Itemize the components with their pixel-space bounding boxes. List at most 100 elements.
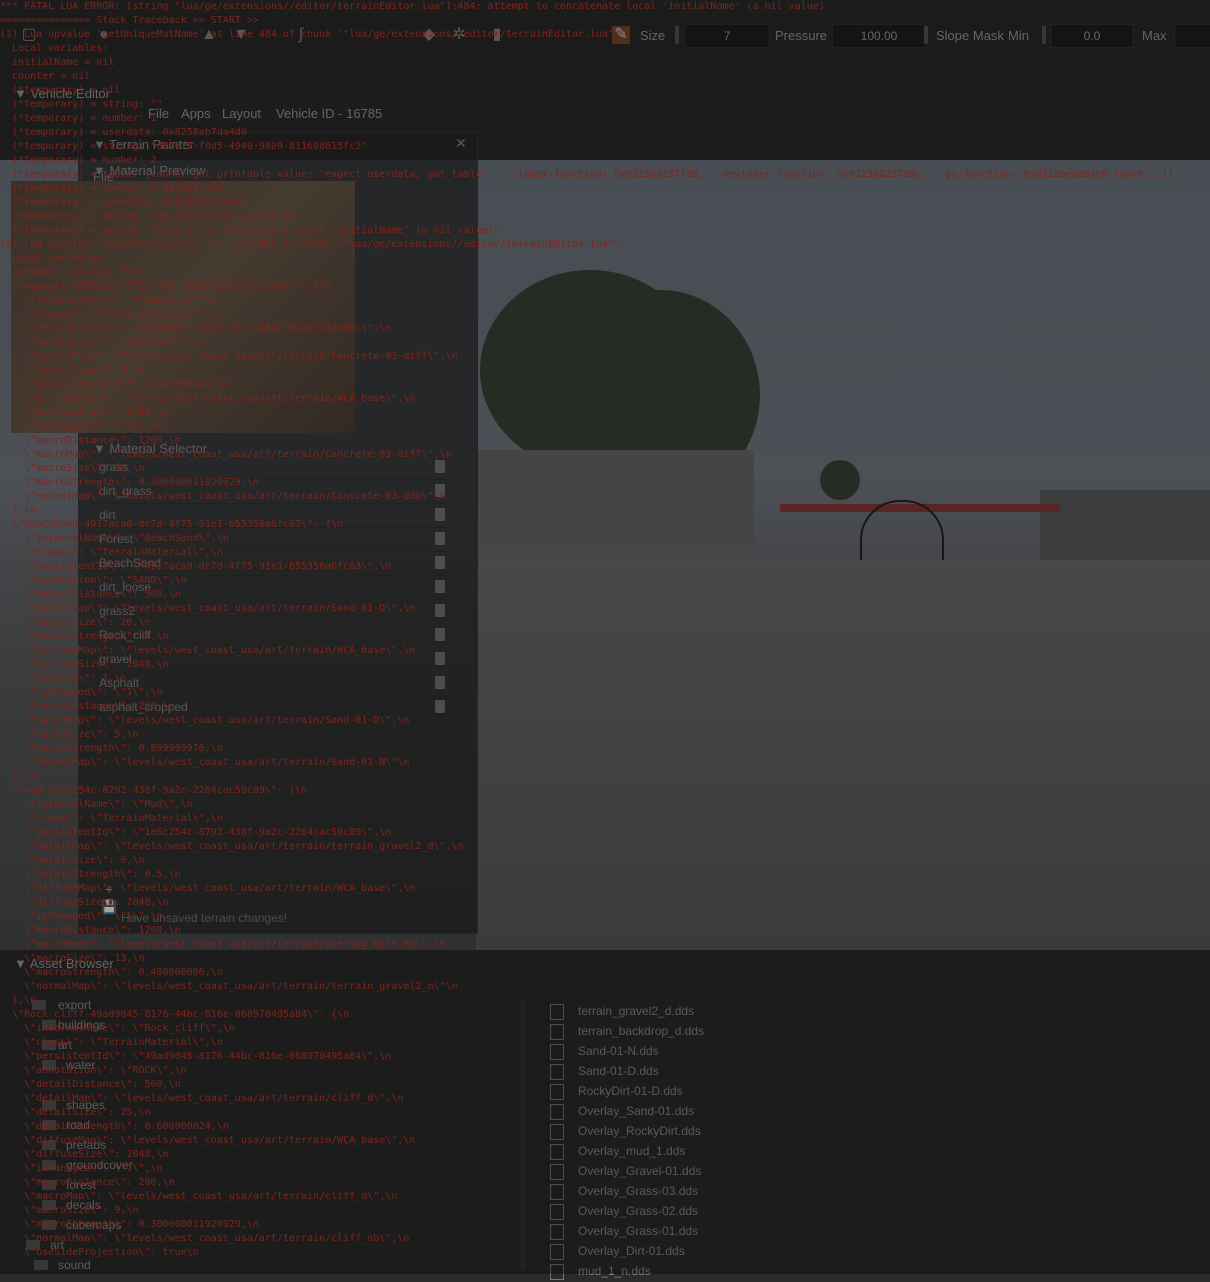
folder-icon	[42, 1120, 56, 1130]
brush-active-icon[interactable]: ✎	[612, 26, 630, 44]
max-input[interactable]	[1174, 24, 1210, 48]
sound-wall	[476, 450, 754, 550]
select-tool-icon[interactable]: ▢	[20, 26, 38, 44]
sound-wall	[1040, 490, 1210, 570]
menu-file[interactable]: File	[148, 106, 169, 121]
folder-icon	[42, 1060, 56, 1070]
trash-icon[interactable]	[435, 460, 445, 473]
size-slider-handle[interactable]	[675, 26, 679, 44]
folder-item[interactable]: art	[50, 1238, 64, 1252]
vehicle-editor-title: Vehicle Editor	[30, 86, 111, 101]
vehicle-editor-header[interactable]: ▼ Vehicle Editor	[14, 86, 110, 101]
trash-icon[interactable]	[435, 484, 445, 497]
trash-icon[interactable]	[435, 604, 445, 617]
min-label: Min	[1008, 28, 1029, 43]
material-row[interactable]: dirt	[93, 505, 449, 528]
folder-item[interactable]: decals	[66, 1198, 101, 1212]
image-file-icon	[550, 1024, 564, 1040]
add-material-icon[interactable]: +	[105, 881, 113, 897]
terrain-painter-window: ▼ Terrain Painter ✕ File ▼ Material Prev…	[11, 132, 478, 934]
size-label: Size	[640, 28, 666, 43]
lower-tool-icon[interactable]: ▼	[232, 26, 250, 44]
folder-item[interactable]: road	[66, 1118, 90, 1132]
folder-item[interactable]: forest	[66, 1178, 96, 1192]
image-file-icon	[550, 1244, 564, 1260]
pressure-slider-handle[interactable]	[924, 26, 928, 44]
folder-item[interactable]: prefabs	[66, 1138, 106, 1152]
material-row[interactable]: grass2	[93, 601, 449, 624]
folder-item[interactable]: export	[58, 998, 91, 1012]
collapse-arrow-icon[interactable]: ▼	[14, 86, 27, 101]
folder-icon	[42, 1040, 56, 1050]
bar-tool-icon[interactable]: ▮	[488, 26, 506, 44]
image-file-icon	[550, 1064, 564, 1080]
trash-icon[interactable]	[435, 508, 445, 521]
flatten-tool-icon[interactable]: ◆	[420, 26, 438, 44]
image-file-icon	[550, 1224, 564, 1240]
material-preview-label[interactable]: ▼ Material Preview	[93, 163, 206, 178]
menu-vehicle-id: Vehicle ID - 16785	[276, 106, 383, 121]
pressure-label: Pressure	[775, 28, 828, 43]
trash-icon[interactable]	[435, 580, 445, 593]
material-row[interactable]: Rock_cliff	[93, 625, 449, 648]
tree-scrollbar[interactable]	[520, 1000, 526, 1270]
trash-icon[interactable]	[435, 676, 445, 689]
material-row[interactable]: dirt_loose	[93, 577, 449, 600]
highway-road	[476, 560, 1210, 950]
trash-icon[interactable]	[435, 652, 445, 665]
folder-item[interactable]: art	[58, 1038, 72, 1052]
paint-tool-icon[interactable]: ●	[95, 26, 113, 44]
material-row[interactable]: gravel	[93, 649, 449, 672]
noise-tool-icon[interactable]: ✲	[450, 26, 468, 44]
save-icon[interactable]: 💾	[101, 899, 117, 915]
trash-icon[interactable]	[435, 628, 445, 641]
size-input[interactable]: 7	[684, 24, 770, 48]
trash-icon[interactable]	[435, 700, 445, 713]
tree	[820, 460, 860, 500]
smooth-tool-icon[interactable]: ∫	[292, 26, 310, 44]
raise-tool-icon[interactable]: ▲	[200, 26, 218, 44]
log-line: (*temporary) = number: 1	[0, 113, 157, 124]
asset-file-list: terrain_gravel2_d.dds terrain_backdrop_d…	[542, 1000, 1210, 1280]
trash-icon[interactable]	[435, 556, 445, 569]
material-row[interactable]: dirt_grass	[93, 481, 449, 504]
asset-browser-header[interactable]: ▼ Asset Browser	[14, 956, 114, 971]
folder-icon	[42, 1160, 56, 1170]
folder-icon	[42, 1020, 56, 1030]
folder-item[interactable]: groundcover	[66, 1158, 133, 1172]
trash-icon[interactable]	[435, 532, 445, 545]
log-line: counter = nil	[0, 71, 91, 82]
collapse-arrow-icon[interactable]: ▼	[14, 956, 27, 971]
image-file-icon	[550, 1184, 564, 1200]
folder-item[interactable]: cubemaps	[66, 1218, 121, 1232]
material-row[interactable]: grass	[93, 457, 449, 480]
folder-item[interactable]: shapes	[66, 1098, 105, 1112]
menu-layout[interactable]: Layout	[222, 106, 261, 121]
folder-icon	[42, 1220, 56, 1230]
terrain-painter-title[interactable]: ▼ Terrain Painter	[93, 137, 194, 152]
material-row[interactable]: Forest	[93, 529, 449, 552]
material-selector-label[interactable]: ▼ Material Selector	[93, 441, 207, 456]
min-input[interactable]: 0.0	[1050, 24, 1134, 48]
menu-apps[interactable]: Apps	[181, 106, 211, 121]
pressure-input[interactable]: 100.00	[832, 24, 926, 48]
image-file-icon	[550, 1084, 564, 1100]
material-row[interactable]: Asphalt	[93, 673, 449, 696]
terrain-toolbar: ▢ ● ▲ ▼ ∫ ◆ ✲ ▮ ✎ Size 7 Pressure 100.00…	[0, 14, 1210, 56]
folder-item[interactable]: water	[66, 1058, 95, 1072]
folder-icon	[42, 1100, 56, 1110]
folder-icon	[42, 1180, 56, 1190]
folder-icon	[34, 1260, 48, 1270]
material-row[interactable]: asphalt_cropped	[93, 697, 449, 720]
material-row[interactable]: BeachSand	[93, 553, 449, 576]
unsaved-changes-message: Have unsaved terrain changes!	[121, 911, 288, 925]
asset-folder-tree: export buildings art water shapes road p…	[20, 990, 530, 1274]
image-file-icon	[550, 1004, 564, 1020]
min-slider-handle[interactable]	[1042, 26, 1046, 44]
image-file-icon	[550, 1204, 564, 1220]
log-line: initialName = nil	[0, 57, 115, 68]
folder-item[interactable]: sound	[58, 1258, 91, 1272]
folder-item[interactable]: buildings	[58, 1018, 105, 1032]
close-icon[interactable]: ✕	[455, 135, 467, 152]
material-preview-image	[11, 181, 355, 433]
